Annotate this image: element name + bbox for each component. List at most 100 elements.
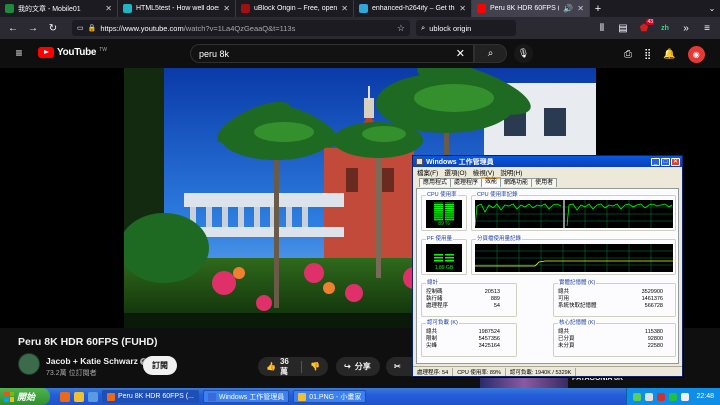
explorer-icon[interactable] <box>74 391 84 402</box>
overflow-icon[interactable]: » <box>677 19 695 37</box>
security-shield-icon[interactable] <box>657 392 666 401</box>
divider <box>301 360 303 373</box>
sidebar-icon[interactable]: ▤ <box>614 19 632 37</box>
stat-value: 54 <box>493 303 500 309</box>
tab-networking[interactable]: 網路功能 <box>500 178 533 187</box>
youtube-search-input[interactable]: peru 8k ✕ <box>190 44 474 63</box>
task-manager-icon <box>416 158 423 165</box>
ublock-badge: 43 <box>646 19 654 25</box>
close-icon[interactable]: ✕ <box>341 4 348 13</box>
clear-search-icon[interactable]: ✕ <box>456 47 465 60</box>
browser-tab[interactable]: 我的文章 - Mobile01 ✕ <box>0 0 118 17</box>
volume-icon[interactable] <box>645 392 654 401</box>
show-desktop-icon[interactable] <box>88 391 98 402</box>
channel-name-link[interactable]: Jacob + Katie Schwarz✓ <box>46 356 147 366</box>
subscribe-button[interactable]: 訂閱 <box>143 356 177 375</box>
network-icon[interactable] <box>633 392 642 401</box>
cpu-meter-bar <box>445 205 454 208</box>
browser-search-box[interactable]: ⌕ ublock origin <box>416 20 516 36</box>
start-button[interactable]: 開始 <box>0 388 50 405</box>
browser-tab[interactable]: HTML5test - How well does yo ✕ <box>118 0 236 17</box>
library-icon[interactable]: ⫴ <box>593 19 611 37</box>
url-bar[interactable]: ▭ 🔒 https://www.youtube.com/watch?v=1La4… <box>72 20 410 36</box>
tab-users[interactable]: 使用者 <box>531 178 558 187</box>
bookmark-star-icon[interactable]: ☆ <box>397 23 405 34</box>
speaker-icon[interactable]: 🔊 <box>563 4 573 13</box>
thumbs-up-icon[interactable]: 👍 <box>266 362 276 371</box>
stat-row: 控制碼 20513 <box>426 289 500 296</box>
like-dislike-pill[interactable]: 👍 36萬 👎 <box>258 357 328 376</box>
task-manager-window[interactable]: Windows 工作管理員 _ □ ✕ 檔案(F) 選項(O) 檢視(V) 說明… <box>412 155 683 377</box>
taskbar-item-task-manager[interactable]: Windows 工作管理員 <box>202 390 290 403</box>
browser-tab[interactable]: uBlock Origin – Free, open-sou ✕ <box>236 0 354 17</box>
stat-row: 總共 1987524 <box>426 329 500 336</box>
minimize-icon[interactable]: _ <box>651 157 660 166</box>
menu-view[interactable]: 檢視(V) <box>473 167 495 177</box>
cpu-usage-value: 89 % <box>438 221 450 227</box>
browser-tab-active[interactable]: Peru 8K HDR 60FPS (FUHD) 🔊 ✕ <box>472 0 590 17</box>
stat-value: 3425164 <box>478 343 500 349</box>
stat-value: 92800 <box>647 336 663 342</box>
video-title: Peru 8K HDR 60FPS (FUHD) <box>18 336 158 348</box>
task-manager-titlebar[interactable]: Windows 工作管理員 _ □ ✕ <box>413 156 682 167</box>
browser-tab[interactable]: enhanced-h264ify – Get this Ext ✕ <box>354 0 472 17</box>
account-avatar[interactable]: ◉ <box>687 46 705 63</box>
scissors-icon: ✂ <box>394 362 401 371</box>
ublock-extension-icon[interactable]: ⬟ 43 <box>635 19 654 37</box>
menu-help[interactable]: 說明(H) <box>500 167 522 177</box>
tab-applications[interactable]: 應用程式 <box>419 178 452 187</box>
html5test-favicon-icon <box>123 4 132 13</box>
page-info-icon[interactable]: ▭ <box>77 24 84 32</box>
search-button[interactable]: ⌕ <box>474 44 507 63</box>
stat-row: 總共 115380 <box>558 329 663 336</box>
stat-label: 總共 <box>558 329 570 335</box>
menu-options[interactable]: 選項(O) <box>444 167 466 177</box>
task-manager-tray-icon[interactable] <box>669 392 678 401</box>
close-icon[interactable]: ✕ <box>577 4 584 13</box>
translate-extension-icon[interactable]: zh <box>656 19 674 37</box>
status-processes: 處理程序: 54 <box>413 368 454 376</box>
list-tabs-chevron-icon[interactable]: ⌄ <box>704 0 720 17</box>
forward-arrow-icon[interactable]: → <box>24 19 42 37</box>
hamburger-menu-icon[interactable]: ≡ <box>698 19 716 37</box>
clock[interactable]: 22:48 <box>696 393 714 400</box>
search-icon: ⌕ <box>421 23 426 32</box>
close-icon[interactable]: ✕ <box>459 4 466 13</box>
close-icon[interactable]: ✕ <box>105 4 112 13</box>
back-arrow-icon[interactable]: ← <box>4 19 22 37</box>
paint-icon <box>298 392 307 401</box>
status-cpu: CPU 使用率: 89% <box>453 368 506 376</box>
cpu-meter-bar <box>434 205 443 208</box>
thumbs-down-icon[interactable]: 👎 <box>310 362 320 371</box>
system-tray: 22:48 <box>626 388 720 405</box>
stat-row: 可用 1461376 <box>558 296 663 303</box>
pf-history-label: 分頁檔使用量記錄 <box>476 236 523 243</box>
taskbar-item-firefox[interactable]: Peru 8K HDR 60FPS (... <box>102 390 199 403</box>
guide-menu-icon[interactable]: ≡ <box>12 46 26 60</box>
maximize-icon[interactable]: □ <box>661 157 670 166</box>
tab-performance[interactable]: 效能 <box>481 177 502 187</box>
youtube-logo[interactable]: YouTube TW <box>38 47 107 58</box>
like-count: 36萬 <box>279 356 289 376</box>
share-button[interactable]: ↪ 分享 <box>336 357 380 376</box>
firefox-icon[interactable] <box>60 391 70 402</box>
physical-memory-group: 實體記憶體 (K) 總共 3529900 可用 1461376 系統快取記憶體 566… <box>553 280 676 317</box>
apps-grid-icon[interactable]: ⣿ <box>644 49 651 60</box>
create-video-icon[interactable]: ⎙ <box>624 49 632 60</box>
notifications-bell-icon[interactable]: 🔔 <box>663 49 675 60</box>
close-icon[interactable]: ✕ <box>223 4 230 13</box>
ublock-favicon-icon <box>241 4 250 13</box>
new-tab-button[interactable]: + <box>590 0 606 17</box>
channel-avatar[interactable] <box>18 353 40 375</box>
reload-icon[interactable]: ↻ <box>44 19 62 37</box>
menu-file[interactable]: 檔案(F) <box>417 167 438 177</box>
ime-icon[interactable] <box>681 392 690 401</box>
tab-title: HTML5test - How well does yo <box>136 5 219 12</box>
tab-processes[interactable]: 處理程序 <box>450 178 483 187</box>
voice-search-icon[interactable]: 🎙 <box>514 44 533 63</box>
close-icon[interactable]: ✕ <box>671 157 680 166</box>
taskbar-item-paint[interactable]: 01.PNG - 小畫家 <box>293 390 367 403</box>
browser-tab-bar: 我的文章 - Mobile01 ✕ HTML5test - How well d… <box>0 0 720 17</box>
url-path: /watch?v=1La4QzGeaaQ&t=113s <box>183 23 296 33</box>
lock-icon[interactable]: 🔒 <box>88 24 97 32</box>
